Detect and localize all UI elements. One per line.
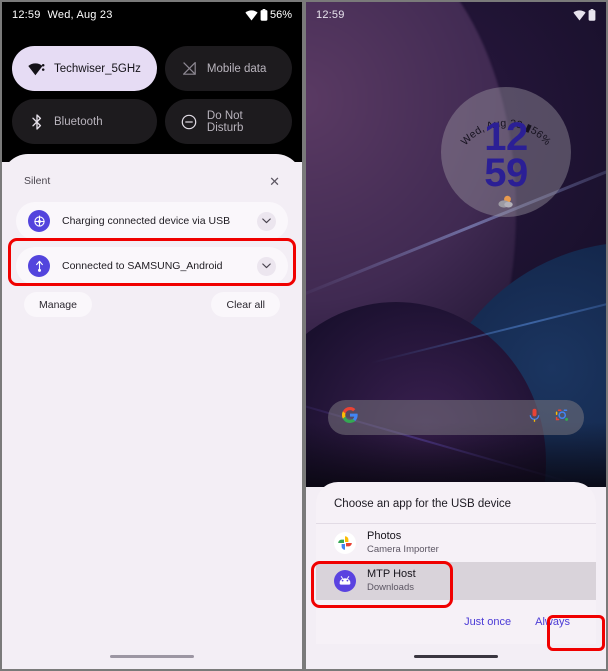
close-icon[interactable]: ✕ xyxy=(269,175,280,188)
partly-cloudy-icon xyxy=(441,195,571,213)
tile-do-not-disturb[interactable]: Do Not Disturb xyxy=(164,99,292,144)
tile-mobile-data[interactable]: Mobile data xyxy=(164,46,292,91)
usb-device-dialog: Choose an app for the USB device Photos … xyxy=(316,482,596,644)
chevron-down-icon[interactable] xyxy=(257,256,276,276)
notification-text: Connected to SAMSUNG_Android xyxy=(62,260,223,272)
google-lens-icon[interactable] xyxy=(555,408,570,428)
app-subtitle: Camera Importer xyxy=(367,543,439,555)
usb-icon xyxy=(28,255,50,277)
google-g-icon xyxy=(341,406,358,428)
screenshot-stage: 12:59 Wed, Aug 23 56% Techwiser_5GHz Mob… xyxy=(0,0,608,671)
lock-screen: 12:59 Wed, Aug 23 ▮56% 12 59 xyxy=(306,2,606,487)
wifi-icon xyxy=(28,60,45,77)
do-not-disturb-icon xyxy=(181,113,198,130)
status-time: 12:59 xyxy=(316,9,345,21)
left-phone-screen: 12:59 Wed, Aug 23 56% Techwiser_5GHz Mob… xyxy=(2,2,302,669)
quick-settings-tiles: Techwiser_5GHz Mobile data Bluetooth Do … xyxy=(12,46,292,144)
app-row-photos[interactable]: Photos Camera Importer xyxy=(316,524,596,562)
clear-all-button[interactable]: Clear all xyxy=(211,292,280,317)
android-robot-icon xyxy=(334,570,356,592)
section-label-silent: Silent xyxy=(24,175,51,187)
always-button[interactable]: Always xyxy=(527,612,578,632)
quick-settings-panel: 12:59 Wed, Aug 23 56% Techwiser_5GHz Mob… xyxy=(2,2,302,162)
right-phone-screen: 12:59 Wed, Aug 23 ▮56% 12 59 Choose an a… xyxy=(306,2,606,669)
tile-bluetooth[interactable]: Bluetooth xyxy=(12,99,157,144)
wifi-icon xyxy=(573,9,586,21)
battery-percent: 56% xyxy=(269,9,292,21)
notification-charging-via-usb[interactable]: Charging connected device via USB xyxy=(16,202,288,240)
notification-text: Charging connected device via USB xyxy=(62,215,231,227)
status-bar-left-group: 12:59 xyxy=(316,9,345,21)
tile-label-dnd: Do Not Disturb xyxy=(206,109,244,134)
battery-icon xyxy=(588,9,596,21)
notification-shade: Silent ✕ Charging connected device via U… xyxy=(2,154,302,329)
panel-divider xyxy=(302,0,306,671)
status-time: 12:59 xyxy=(12,9,41,21)
home-gesture-bar-left[interactable] xyxy=(2,655,302,658)
tile-wifi[interactable]: Techwiser_5GHz xyxy=(12,46,157,91)
notification-section-header: Silent ✕ xyxy=(2,170,302,192)
tile-label-bluetooth: Bluetooth xyxy=(54,115,103,128)
app-subtitle: Downloads xyxy=(367,581,414,593)
app-label-group: Photos Camera Importer xyxy=(367,530,439,556)
google-photos-icon xyxy=(334,532,356,554)
status-bar-right-group: 56% xyxy=(245,9,292,21)
status-bar-right-group xyxy=(573,9,596,21)
app-label-group: MTP Host Downloads xyxy=(367,568,416,594)
tile-label-mobile-data: Mobile data xyxy=(206,62,267,75)
battery-icon xyxy=(260,9,268,21)
dialog-title: Choose an app for the USB device xyxy=(334,498,512,510)
notification-list: Charging connected device via USB Connec… xyxy=(16,202,288,285)
wifi-icon xyxy=(245,9,258,21)
mobile-data-off-icon xyxy=(181,60,198,77)
status-bar-left-group: 12:59 Wed, Aug 23 xyxy=(12,9,113,21)
just-once-button[interactable]: Just once xyxy=(456,612,519,632)
app-name: Photos xyxy=(367,529,402,542)
notification-connected-to-samsung[interactable]: Connected to SAMSUNG_Android xyxy=(16,247,288,285)
status-bar-right: 12:59 xyxy=(306,2,606,28)
app-row-mtp-host[interactable]: MTP Host Downloads xyxy=(316,562,596,600)
tile-label-wifi: Techwiser_5GHz xyxy=(54,62,141,75)
bluetooth-icon xyxy=(28,113,45,130)
manage-button[interactable]: Manage xyxy=(24,292,92,317)
app-name: MTP Host xyxy=(367,567,416,580)
shade-action-buttons: Manage Clear all xyxy=(24,292,280,317)
microphone-icon[interactable] xyxy=(528,408,541,428)
usb-charging-icon xyxy=(28,210,50,232)
status-date: Wed, Aug 23 xyxy=(47,9,113,21)
home-gesture-bar-right[interactable] xyxy=(306,655,606,658)
chevron-down-icon[interactable] xyxy=(257,211,276,231)
dialog-buttons: Just once Always xyxy=(316,600,596,644)
google-search-bar[interactable] xyxy=(328,400,584,435)
clock-widget[interactable]: Wed, Aug 23 ▮56% 12 59 xyxy=(441,87,571,217)
clock-minutes: 59 xyxy=(484,151,528,195)
status-bar-left: 12:59 Wed, Aug 23 56% xyxy=(2,2,302,28)
